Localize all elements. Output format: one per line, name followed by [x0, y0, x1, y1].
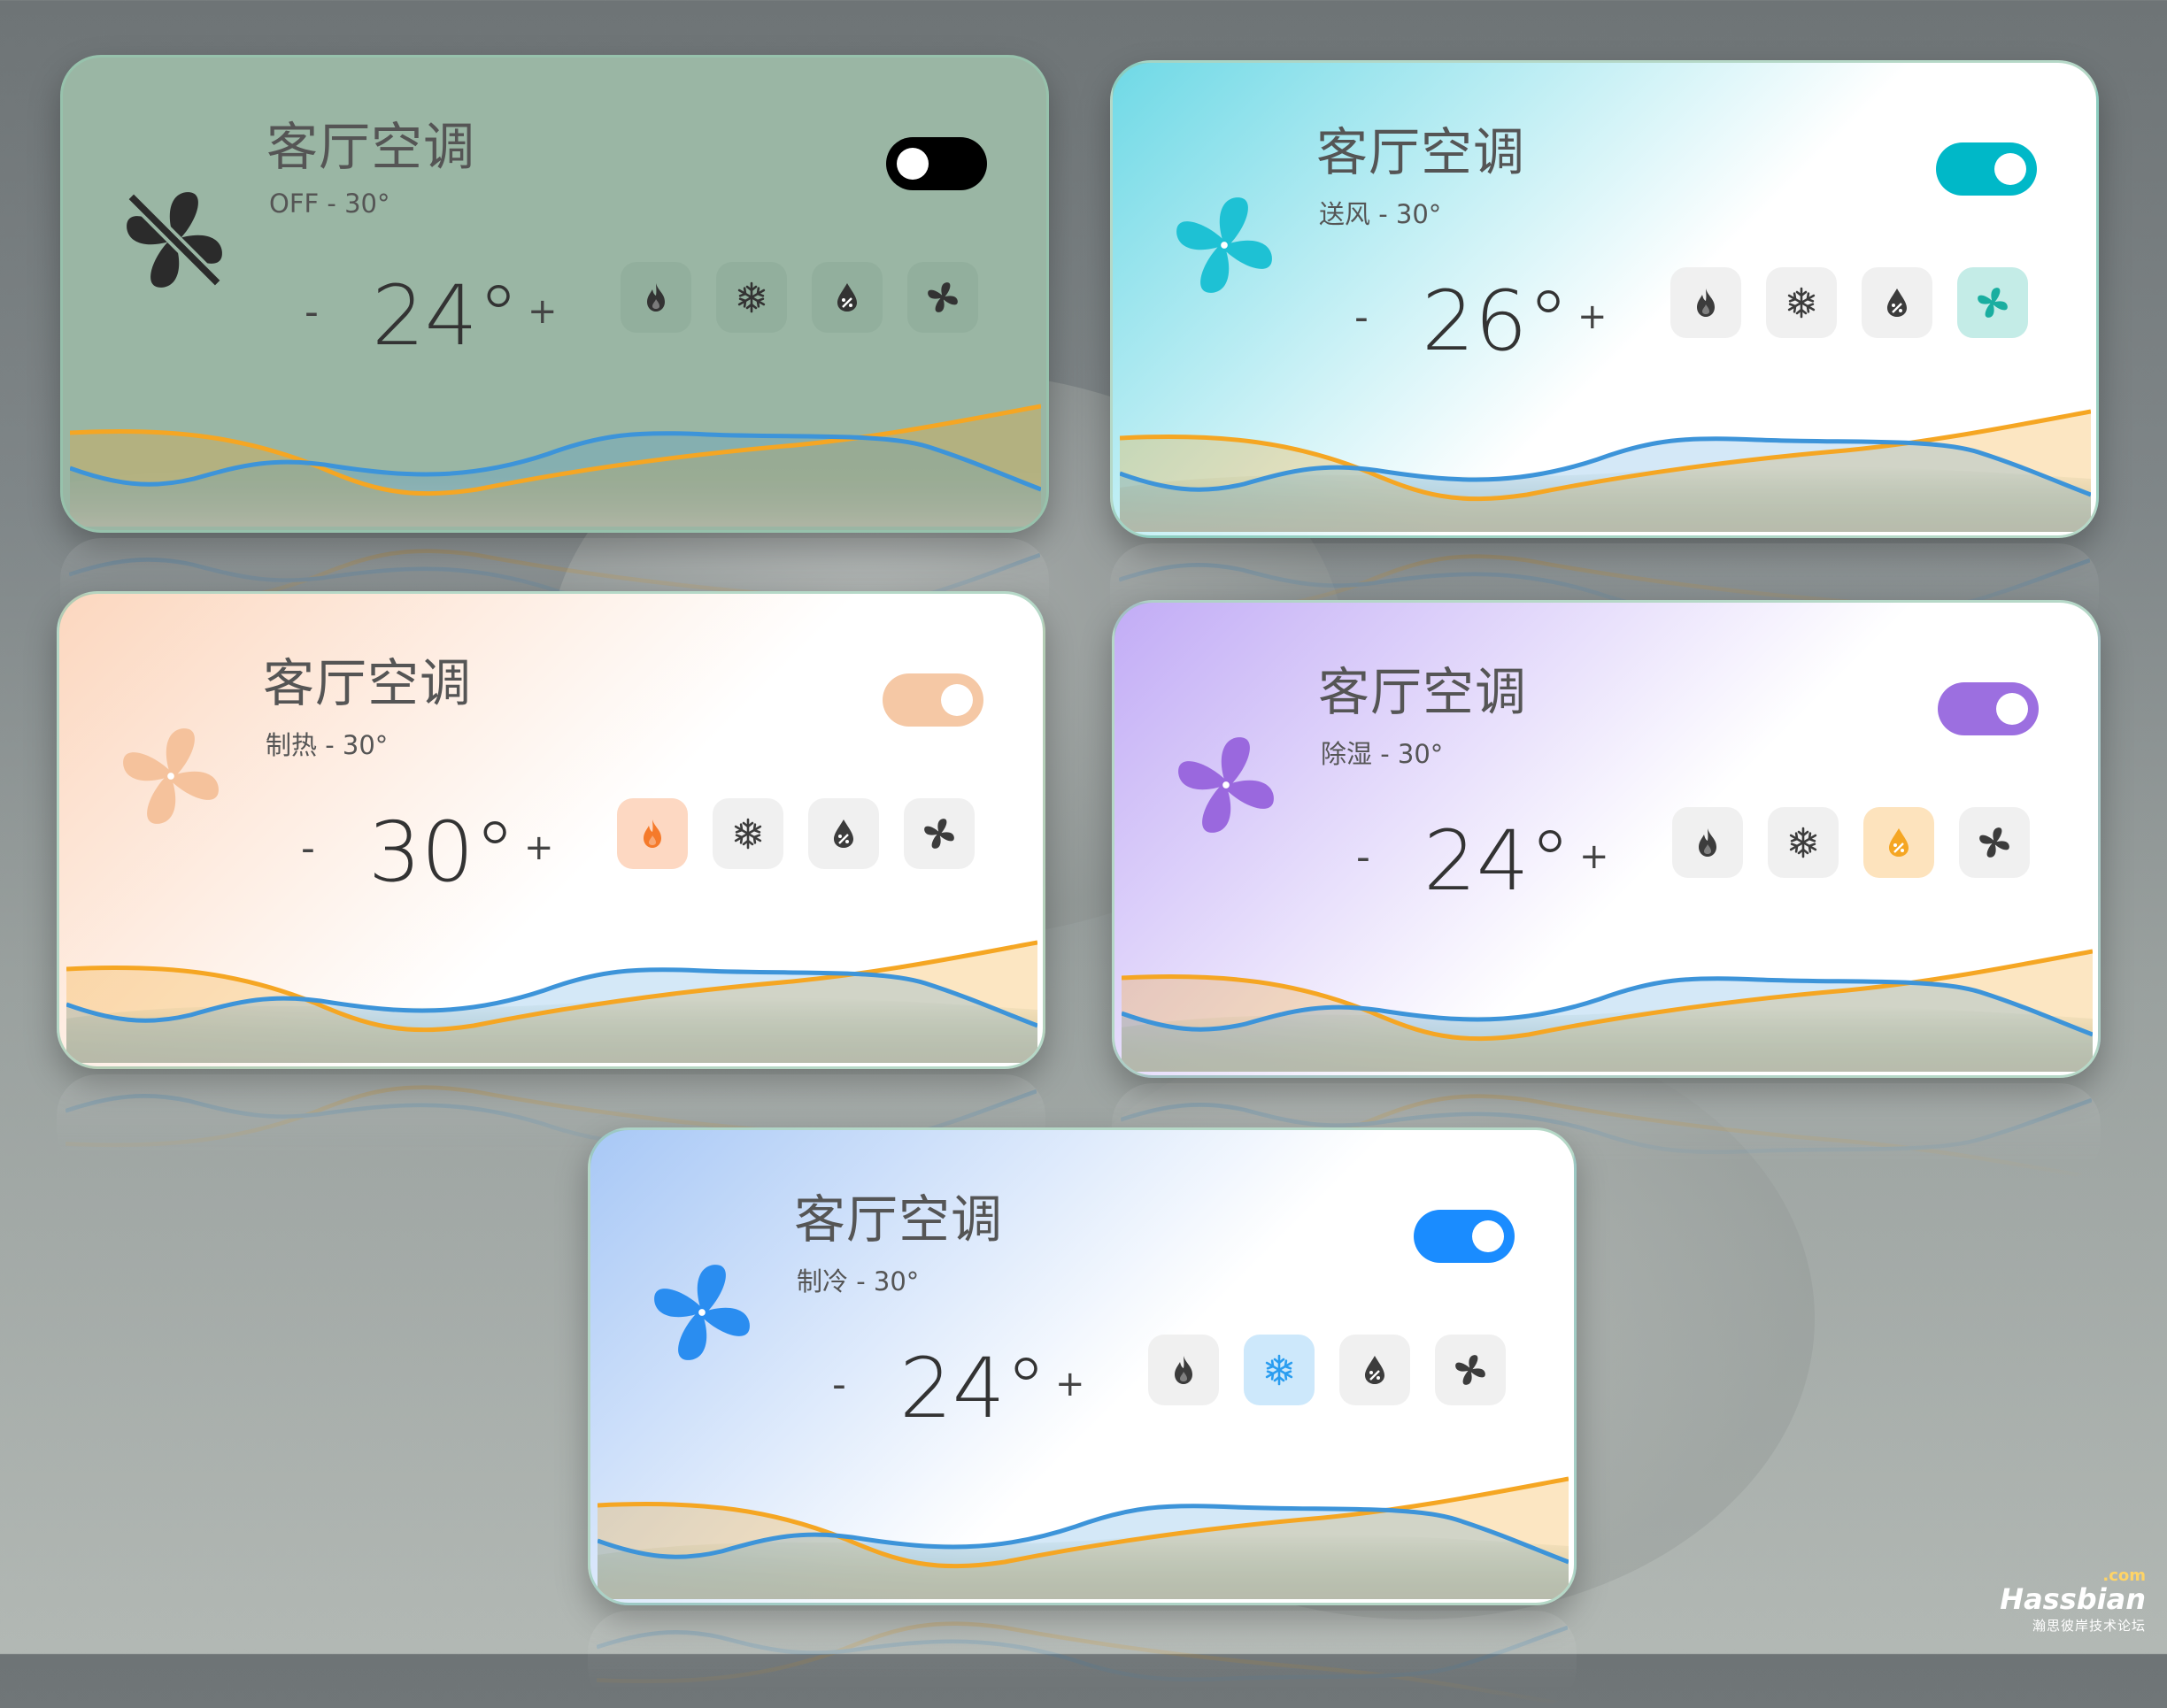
target-temperature: 24° [1423, 813, 1571, 910]
mode-button-cool[interactable] [1766, 267, 1837, 338]
watermark: .com Hassbian 瀚思彼岸技术论坛 [2000, 1566, 2146, 1635]
toggle-knob [1472, 1220, 1504, 1252]
mode-button-dry[interactable] [808, 798, 879, 869]
toggle-knob [1996, 693, 2028, 725]
card-title: 客厅空调 [794, 1189, 1004, 1250]
card-status: 送风 - 30° [1319, 199, 1442, 229]
power-toggle[interactable] [1938, 682, 2039, 735]
increase-temp-button[interactable]: + [1055, 1364, 1085, 1404]
card-status: OFF - 30° [269, 188, 390, 219]
mode-button-dry[interactable] [1863, 807, 1934, 878]
mode-button-fan[interactable] [1435, 1335, 1506, 1405]
card-status: 除湿 - 30° [1321, 739, 1444, 769]
mode-button-heat[interactable] [1670, 267, 1741, 338]
fan-icon[interactable] [1169, 728, 1283, 842]
toggle-knob [941, 684, 973, 716]
decrease-temp-button[interactable]: - [301, 826, 315, 871]
mode-button-fan[interactable] [904, 798, 975, 869]
mode-button-heat[interactable] [617, 798, 688, 869]
mode-button-fan[interactable] [907, 262, 978, 333]
card-status: 制冷 - 30° [797, 1266, 920, 1296]
mode-button-dry[interactable] [1862, 267, 1932, 338]
increase-temp-button[interactable]: + [524, 827, 554, 868]
mode-button-cool[interactable] [1244, 1335, 1315, 1405]
mode-button-cool[interactable] [713, 798, 783, 869]
increase-temp-button[interactable]: + [1579, 836, 1609, 877]
mode-button-dry[interactable] [812, 262, 883, 333]
fan-icon[interactable] [1168, 188, 1281, 302]
power-toggle[interactable] [886, 137, 987, 190]
decrease-temp-button[interactable]: - [1354, 295, 1369, 340]
fan-icon[interactable] [645, 1256, 759, 1369]
power-toggle[interactable] [1414, 1210, 1515, 1263]
target-temperature: 26° [1422, 273, 1569, 370]
card-title: 客厅空调 [263, 653, 473, 713]
mode-button-heat[interactable] [621, 262, 691, 333]
temperature-history-chart [69, 403, 1042, 527]
decrease-temp-button[interactable]: - [832, 1362, 846, 1407]
climate-card[interactable]: 客厅空调制热 - 30° - 30° + [57, 591, 1045, 1069]
watermark-domain: .com [2102, 1566, 2146, 1585]
mode-button-fan[interactable] [1957, 267, 2028, 338]
decrease-temp-button[interactable]: - [305, 289, 319, 335]
temperature-history-chart [1119, 408, 2092, 532]
climate-card[interactable]: 客厅空调送风 - 30° - 26° + [1110, 60, 2099, 538]
mode-button-cool[interactable] [1768, 807, 1839, 878]
increase-temp-button[interactable]: + [528, 291, 558, 332]
temperature-history-chart [66, 939, 1038, 1063]
watermark-brand: Hassbian [2000, 1582, 2146, 1616]
target-temperature: 24° [899, 1341, 1047, 1437]
mode-button-fan[interactable] [1959, 807, 2030, 878]
card-reflection [588, 1611, 1577, 1708]
climate-card[interactable]: 客厅空调除湿 - 30° - 24° + [1112, 600, 2101, 1078]
mode-button-heat[interactable] [1672, 807, 1743, 878]
mode-button-cool[interactable] [716, 262, 787, 333]
climate-card[interactable]: 客厅空调 OFF - 30° - 24° + [60, 55, 1049, 533]
card-title: 客厅空调 [1318, 662, 1528, 722]
fan-icon[interactable] [114, 719, 227, 833]
watermark-tagline: 瀚思彼岸技术论坛 [2032, 1618, 2146, 1634]
temperature-history-chart [1121, 948, 2094, 1072]
card-status: 制热 - 30° [266, 730, 389, 760]
temperature-history-chart [597, 1475, 1569, 1599]
target-temperature: 30° [368, 804, 516, 901]
mode-button-heat[interactable] [1148, 1335, 1219, 1405]
mode-button-dry[interactable] [1339, 1335, 1410, 1405]
climate-card[interactable]: 客厅空调制冷 - 30° - 24° + [588, 1127, 1577, 1605]
increase-temp-button[interactable]: + [1577, 296, 1608, 337]
card-title: 客厅空调 [1316, 122, 1526, 182]
toggle-knob [1994, 153, 2026, 185]
decrease-temp-button[interactable]: - [1356, 835, 1370, 880]
power-toggle[interactable] [1936, 142, 2037, 196]
card-title: 客厅空调 [266, 117, 476, 177]
fan-off-icon[interactable] [118, 183, 231, 296]
power-toggle[interactable] [883, 673, 983, 727]
target-temperature: 24° [372, 268, 520, 365]
toggle-knob [897, 148, 929, 180]
